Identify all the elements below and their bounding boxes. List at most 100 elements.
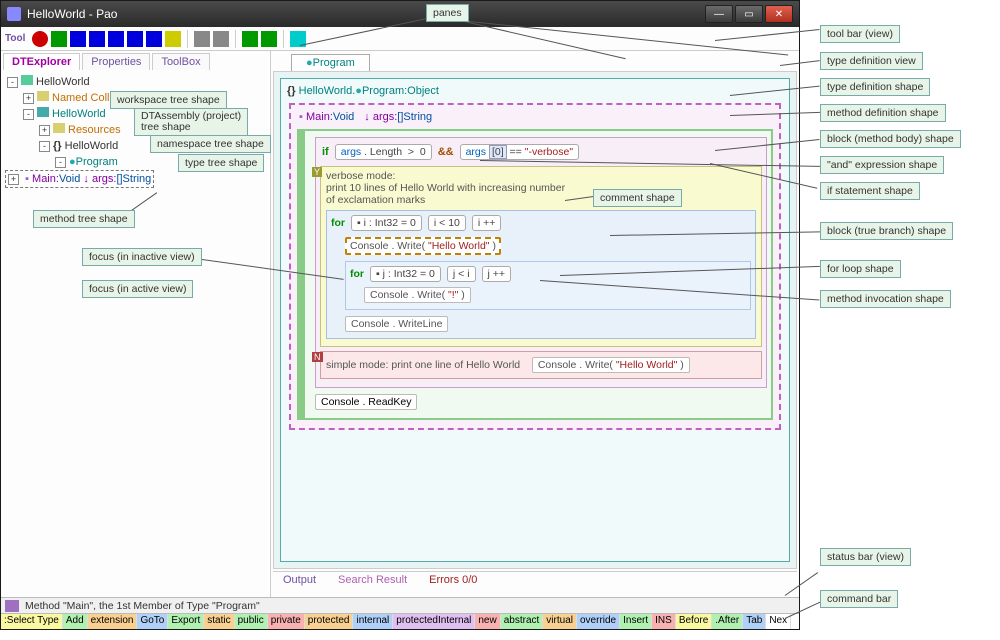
- for-decl-2[interactable]: ▪ j : Int32 = 0: [370, 266, 441, 282]
- tab-output[interactable]: Output: [277, 574, 322, 593]
- label-wstree: workspace tree shape: [110, 91, 227, 109]
- label-methoddefshape: method definition shape: [820, 104, 946, 122]
- status-icon: [5, 600, 19, 612]
- cmd-new[interactable]: new: [475, 614, 500, 629]
- call-write-bang[interactable]: Console . Write( "!" ): [364, 287, 471, 303]
- toolbar-btn-g1[interactable]: [242, 31, 258, 47]
- no-comment: simple mode: print one line of Hello Wor…: [326, 359, 520, 371]
- and-op: &&: [438, 146, 454, 158]
- method-definition: ▪ Main:Void ↓ args:[]String if args . Le…: [289, 103, 781, 430]
- label-focusinactive: focus (in inactive view): [82, 248, 202, 266]
- typedef-header: {} HelloWorld.●Program:Object: [285, 83, 785, 99]
- comment-line1: verbose mode:: [326, 170, 756, 182]
- cmd-ins[interactable]: INS: [652, 614, 676, 629]
- tab-search[interactable]: Search Result: [332, 574, 413, 593]
- maximize-button[interactable]: ▭: [735, 5, 763, 23]
- cmd-abstract[interactable]: abstract: [501, 614, 544, 629]
- tree-main-method[interactable]: + ▪ Main:Void ↓ args:[]String: [5, 170, 154, 188]
- comment-line3: of exclamation marks: [326, 194, 756, 206]
- label-commentshape: comment shape: [593, 189, 682, 207]
- for-inc-1[interactable]: i ++: [472, 215, 502, 231]
- toolbar-btn-undo[interactable]: [194, 31, 210, 47]
- type-definition: {} HelloWorld.●Program:Object ▪ Main:Voi…: [280, 78, 790, 562]
- cond-left[interactable]: args . Length > 0: [335, 144, 432, 160]
- toolbar-btn-step3[interactable]: [146, 31, 162, 47]
- for-decl-1[interactable]: ▪ i : Int32 = 0: [351, 215, 422, 231]
- status-bar: Method "Main", the 1st Member of Type "P…: [1, 597, 799, 613]
- toolbar-btn-pause[interactable]: [89, 31, 105, 47]
- keyword-if: if: [322, 146, 329, 158]
- label-typedefshape: type definition shape: [820, 78, 930, 96]
- for-cond-1[interactable]: i < 10: [428, 215, 466, 231]
- close-button[interactable]: ✕: [765, 5, 793, 23]
- label-blocktrue: block (true branch) shape: [820, 222, 953, 240]
- toolbar-btn-play[interactable]: [70, 31, 86, 47]
- tab-toolbox[interactable]: ToolBox: [152, 53, 209, 70]
- cmd-public[interactable]: public: [235, 614, 268, 629]
- toolbar-btn-1[interactable]: [32, 31, 48, 47]
- cmd-protected[interactable]: protected: [305, 614, 354, 629]
- toolbar-btn-y[interactable]: [165, 31, 181, 47]
- toolbar-btn-step2[interactable]: [127, 31, 143, 47]
- cmd-select-type[interactable]: :Select Type: [1, 614, 63, 629]
- label-ifstmt: if statement shape: [820, 182, 920, 200]
- cond-right[interactable]: args [0] == "-verbose": [460, 144, 579, 160]
- call-writeline[interactable]: Console . WriteLine: [345, 316, 448, 332]
- label-statusbar: status bar (view): [820, 548, 911, 566]
- bottom-tab-row: Output Search Result Errors 0/0: [273, 571, 797, 595]
- call-readkey[interactable]: Console . ReadKey: [315, 394, 417, 410]
- cmd-tab[interactable]: Tab: [743, 614, 766, 629]
- cmd-goto[interactable]: GoTo: [137, 614, 168, 629]
- tree-root[interactable]: -HelloWorld: [5, 74, 266, 90]
- label-andexpr: "and" expression shape: [820, 156, 944, 174]
- toolbar-sep-2: [235, 30, 236, 48]
- call-write-hello[interactable]: Console . Write( "Hello World" ): [345, 237, 501, 255]
- cmd-before[interactable]: Before: [676, 614, 712, 629]
- tab-dtexplorer[interactable]: DTExplorer: [3, 53, 80, 70]
- cmd-virtual[interactable]: virtual: [543, 614, 577, 629]
- cmd-protint[interactable]: protectedInternal: [393, 614, 475, 629]
- editor-tabs: ●Program: [271, 51, 799, 71]
- toolbar-btn-step[interactable]: [108, 31, 124, 47]
- cmd-add[interactable]: Add: [63, 614, 88, 629]
- cmd-export[interactable]: Export: [168, 614, 204, 629]
- label-blockmbody: block (method body) shape: [820, 130, 961, 148]
- true-branch: Y verbose mode: print 10 lines of Hello …: [320, 166, 762, 347]
- keyword-for-1: for: [331, 217, 345, 229]
- for-loop-inner: for ▪ j : Int32 = 0 j < i j ++ Console .…: [345, 261, 751, 310]
- label-focusactive: focus (in active view): [82, 280, 193, 298]
- label-cmdbar: command bar: [820, 590, 898, 608]
- cmd-extension[interactable]: extension: [88, 614, 138, 629]
- for-cond-2[interactable]: j < i: [447, 266, 476, 282]
- tab-program[interactable]: ●Program: [291, 54, 370, 71]
- if-head: if args . Length > 0 && args [0] == "-ve…: [320, 142, 762, 162]
- toolbar-sep-1: [187, 30, 188, 48]
- keyword-for-2: for: [350, 268, 364, 280]
- label-forloop: for loop shape: [820, 260, 901, 278]
- call-write-hello-2[interactable]: Console . Write( "Hello World" ): [532, 357, 690, 373]
- for-head-outer: for ▪ i : Int32 = 0 i < 10 i ++: [331, 215, 751, 231]
- tab-errors[interactable]: Errors 0/0: [423, 574, 483, 593]
- cmd-static[interactable]: static: [204, 614, 234, 629]
- cmd-internal[interactable]: internal: [353, 614, 393, 629]
- cmd-override[interactable]: override: [577, 614, 620, 629]
- cmd-private[interactable]: private: [268, 614, 305, 629]
- window-title: HelloWorld - Pao: [27, 7, 117, 21]
- label-toolbar: tool bar (view): [820, 25, 900, 43]
- if-statement: if args . Length > 0 && args [0] == "-ve…: [315, 137, 767, 388]
- cmd-after[interactable]: .After: [712, 614, 743, 629]
- toolbar: Tool: [1, 27, 799, 51]
- for-inc-2[interactable]: j ++: [482, 266, 512, 282]
- method-signature: ▪ Main:Void ↓ args:[]String: [295, 109, 775, 125]
- tab-properties[interactable]: Properties: [82, 53, 150, 70]
- toolbar-btn-g2[interactable]: [261, 31, 277, 47]
- label-panes: panes: [426, 4, 469, 22]
- main-area: DTExplorer Properties ToolBox -HelloWorl…: [1, 51, 799, 597]
- cmd-insert[interactable]: Insert: [620, 614, 652, 629]
- minimize-button[interactable]: —: [705, 5, 733, 23]
- toolbar-btn-redo[interactable]: [213, 31, 229, 47]
- editor-area: {} HelloWorld.●Program:Object ▪ Main:Voi…: [273, 71, 797, 569]
- false-branch: N simple mode: print one line of Hello W…: [320, 351, 762, 379]
- toolbar-btn-2[interactable]: [51, 31, 67, 47]
- command-bar: :Select Type Add extension GoTo Export s…: [1, 613, 799, 629]
